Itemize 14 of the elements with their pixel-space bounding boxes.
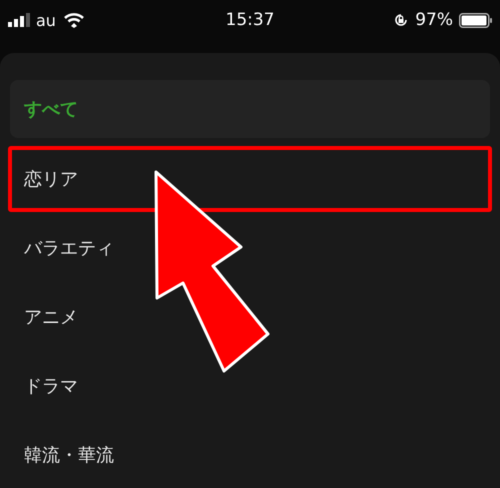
arrow-icon	[154, 170, 270, 372]
menu-item[interactable]: 韓流・華流	[8, 422, 492, 488]
battery-percent: 97%	[415, 10, 453, 30]
menu-item[interactable]: バラエティ	[8, 215, 492, 281]
status-time: 15:37	[226, 10, 274, 30]
menu-item[interactable]: すべて	[10, 80, 490, 138]
rotation-lock-icon	[393, 12, 410, 28]
menu-item[interactable]: ドラマ	[8, 353, 492, 419]
menu-item[interactable]: アニメ	[8, 284, 492, 350]
carrier-name: au	[36, 10, 56, 30]
wifi-icon	[64, 12, 84, 28]
battery-icon	[459, 12, 492, 28]
menu-item[interactable]: 恋リア	[8, 146, 492, 212]
signal-icon	[8, 13, 30, 27]
